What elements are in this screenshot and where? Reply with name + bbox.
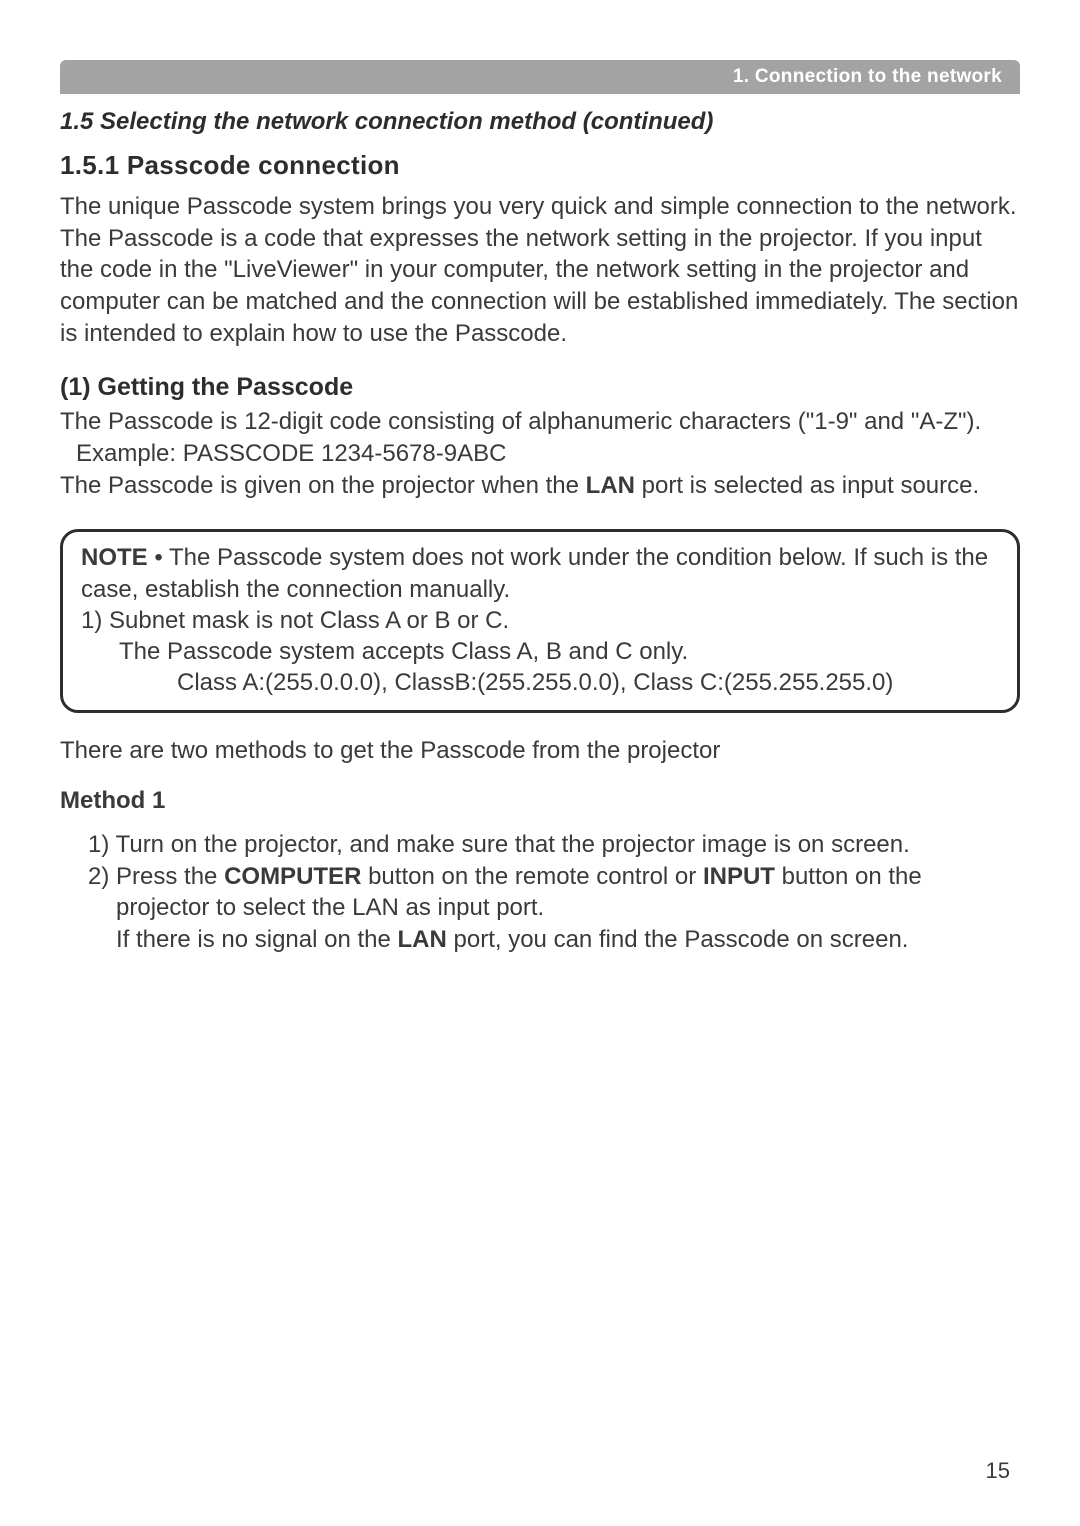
getting-line-1: The Passcode is 12-digit code consisting…	[60, 408, 981, 435]
step-2b: button on the remote control or	[361, 863, 703, 890]
step-2: 2) Press the COMPUTER button on the remo…	[88, 861, 1020, 924]
getting-line-2a: The Passcode is given on the projector w…	[60, 472, 586, 499]
method-1-heading: Method 1	[60, 787, 1020, 815]
getting-line-2b: port is selected as input source.	[635, 472, 979, 499]
note-label: NOTE	[81, 544, 148, 571]
section-title: 1.5.1 Passcode connection	[60, 150, 1020, 181]
lan-port-label: LAN	[586, 472, 635, 499]
intro-text-1: The unique Passcode system brings you ve…	[60, 193, 1017, 220]
step-2d-a: If there is no signal on the	[116, 926, 398, 953]
note-line-3: The Passcode system accepts Class A, B a…	[81, 636, 999, 667]
passcode-example: Example: PASSCODE 1234-5678-9ABC	[60, 440, 506, 467]
chapter-header-bar: 1. Connection to the network	[60, 60, 1020, 94]
input-button-label: INPUT	[703, 863, 775, 890]
page-number: 15	[986, 1458, 1010, 1484]
step-2a: 2) Press the	[88, 863, 224, 890]
getting-passcode-paragraph: The Passcode is 12-digit code consisting…	[60, 406, 1020, 501]
section-continued-title: 1.5 Selecting the network connection met…	[60, 108, 1020, 136]
lan-port-label-2: LAN	[398, 926, 447, 953]
step-1: 1) Turn on the projector, and make sure …	[88, 829, 1020, 861]
note-line-4: Class A:(255.0.0.0), ClassB:(255.255.0.0…	[81, 667, 999, 698]
note-line-1: • The Passcode system does not work unde…	[81, 544, 988, 602]
note-box: NOTE • The Passcode system does not work…	[60, 529, 1020, 713]
intro-paragraph: The unique Passcode system brings you ve…	[60, 191, 1020, 349]
intro-text-2: The Passcode is a code that expresses th…	[60, 225, 1018, 347]
computer-button-label: COMPUTER	[224, 863, 361, 890]
two-methods-text: There are two methods to get the Passcod…	[60, 735, 1020, 767]
note-line-2: 1) Subnet mask is not Class A or B or C.	[81, 607, 509, 634]
method-1-steps: 1) Turn on the projector, and make sure …	[60, 829, 1020, 956]
step-2-continuation: If there is no signal on the LAN port, y…	[88, 924, 1020, 956]
subsection-title: (1) Getting the Passcode	[60, 373, 1020, 402]
step-2d-b: port, you can ﬁnd the Passcode on screen…	[447, 926, 909, 953]
